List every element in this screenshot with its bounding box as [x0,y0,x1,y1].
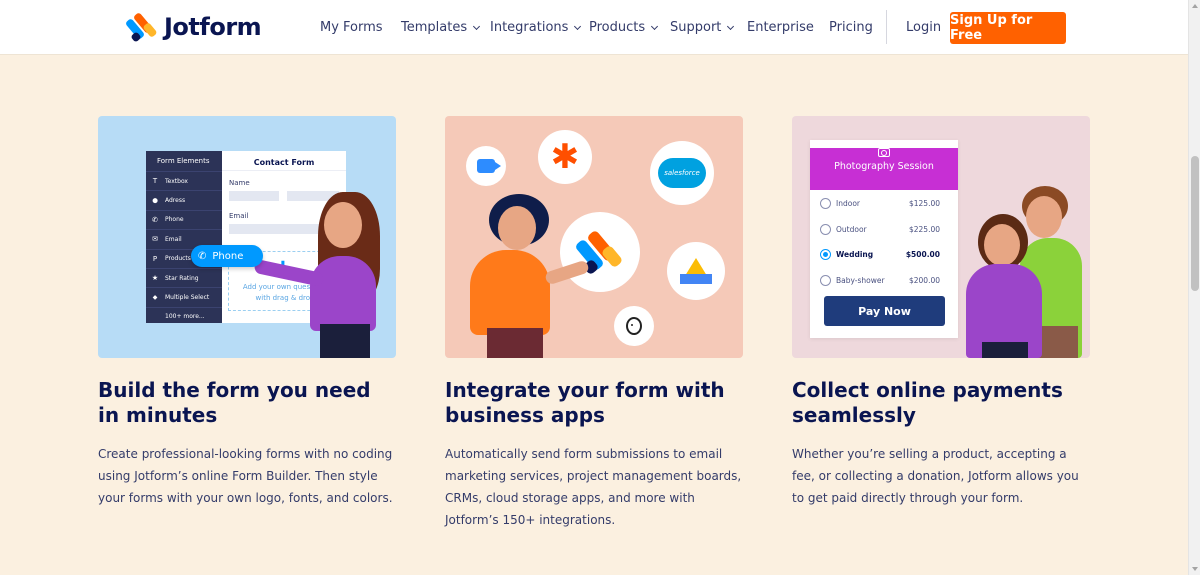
feature-title: Collect online payments seamlessly [792,378,1063,427]
form-element-item: ⬤ Adress [146,190,222,209]
email-label: Email [229,212,249,220]
chevron-down-icon [651,22,659,30]
nav-label: Enterprise [747,20,814,35]
form-element-item: ★ Star Rating [146,267,222,287]
contact-form-title: Contact Form [222,151,346,171]
pin-icon: ⬤ [152,197,158,204]
form-element-item: T Textbox [146,171,222,190]
form-element-label: 100+ more... [165,313,205,321]
integrations-illustration: ✱ salesforce [445,116,743,358]
payment-option: Indoor $125.00 [820,196,950,210]
zapier-icon: ✱ [538,130,592,184]
payment-option: Baby-shower $200.00 [820,273,950,287]
chevron-down-icon [473,22,481,30]
feature-description: Whether you’re selling a product, accept… [792,447,1079,505]
phone-icon: ✆ [198,250,207,262]
form-element-label: Products [165,255,191,263]
login-link[interactable]: Login [906,0,941,55]
feature-description: Automatically send form submissions to e… [445,447,742,527]
phone-pill-label: Phone [212,250,244,262]
name-label: Name [229,179,250,187]
nav-templates[interactable]: Templates [401,0,481,55]
form-elements-panel: Form Elements T Textbox ⬤ Adress ✆ Phone ✉ E… [146,151,222,323]
page-scrollbar[interactable] [1188,0,1200,575]
product-icon: P [152,254,158,263]
radio-icon [820,197,831,209]
text-icon: T [152,177,158,186]
option-price: $200.00 [908,275,940,285]
mail-icon: ✉ [152,235,158,244]
jotform-logo-icon [124,12,158,43]
payment-form-preview: Photography Session Indoor $125.00 Outdo… [810,140,958,338]
logo-text: Jotform [164,13,262,41]
form-element-item: ✆ Phone [146,209,222,229]
salesforce-icon: salesforce [650,141,714,205]
form-element-item: ◆ Multiple Select [146,287,222,306]
nav-label: Integrations [490,20,569,35]
radio-icon [820,274,831,286]
option-label: Wedding [836,249,874,259]
phone-drag-element: ✆ Phone [191,245,263,267]
chevron-down-icon [727,22,735,30]
zoom-icon [466,146,506,186]
feature-description: Create professional-looking forms with n… [98,447,393,505]
chevron-down-icon [574,22,582,30]
nav-label: Support [670,20,722,35]
nav-label: Templates [401,20,468,35]
form-element-item: 100+ more... [146,306,222,326]
scrollbar-thumb[interactable] [1191,156,1199,291]
mailchimp-icon [614,306,654,346]
pay-now-button: Pay Now [824,296,945,326]
nav-support[interactable]: Support [670,0,735,55]
option-price: $125.00 [908,198,940,208]
scroll-up-arrow-icon[interactable] [1192,4,1198,8]
nav-label: My Forms [320,20,383,35]
form-element-label: Textbox [165,177,188,185]
nav-integrations[interactable]: Integrations [490,0,582,55]
option-label: Baby-shower [836,275,885,285]
radio-icon [820,223,831,235]
payment-option-selected: Wedding $500.00 [820,247,950,261]
form-element-label: Phone [165,216,184,224]
form-builder-illustration: Form Elements T Textbox ⬤ Adress ✆ Phone ✉ E… [98,116,396,358]
form-elements-header: Form Elements [157,157,210,165]
option-label: Outdoor [836,224,867,234]
nav-enterprise[interactable]: Enterprise [747,0,814,55]
option-price: $500.00 [905,249,940,259]
form-element-label: Star Rating [165,274,199,282]
top-navbar: Jotform My Forms Templates Integrations … [0,0,1188,55]
option-price: $225.00 [908,224,940,234]
signup-button[interactable]: Sign Up for Free [950,12,1066,44]
radio-checked-icon [820,248,831,260]
nav-label: Pricing [829,20,873,35]
payment-form-header: Photography Session [810,148,958,190]
form-element-label: Multiple Select [165,294,210,302]
payments-illustration: Photography Session Indoor $125.00 Outdo… [792,116,1090,358]
feature-title: Build the form you need in minutes [98,378,371,427]
scroll-down-arrow-icon[interactable] [1192,567,1198,571]
nav-pricing[interactable]: Pricing [829,0,873,55]
tag-icon: ◆ [152,294,158,302]
form-element-label: Email [165,235,182,243]
payment-option: Outdoor $225.00 [820,222,950,236]
nav-products[interactable]: Products [589,0,659,55]
phone-icon: ✆ [152,215,158,224]
star-icon: ★ [151,274,159,283]
nav-my-forms[interactable]: My Forms [320,0,383,55]
jotform-logo[interactable]: Jotform [124,12,262,43]
google-drive-icon [667,242,725,300]
camera-icon [878,148,890,157]
login-label: Login [906,20,942,35]
feature-title: Integrate your form with business apps [445,378,725,427]
option-label: Indoor [836,198,860,208]
payment-form-title: Photography Session [834,161,934,172]
form-element-label: Adress [165,197,186,205]
jotform-app-icon [560,212,640,292]
nav-divider [886,10,887,44]
nav-label: Products [589,20,646,35]
name-input [229,191,279,201]
